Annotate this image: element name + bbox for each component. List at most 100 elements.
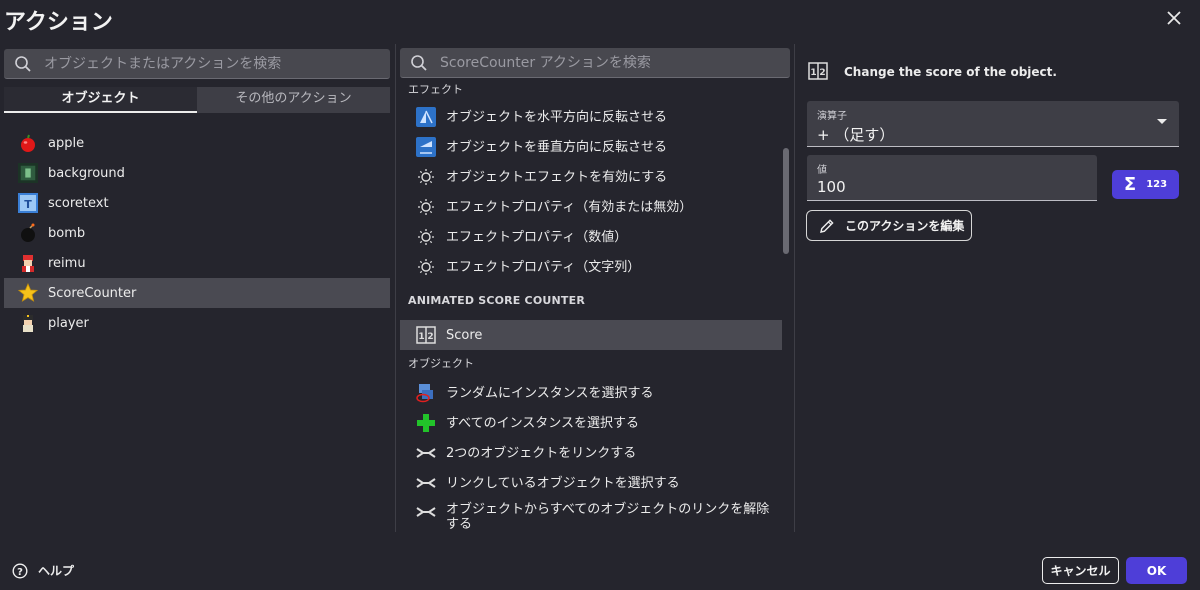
object-item-background[interactable]: background [4,158,390,188]
value-label: 値 [817,165,827,176]
score-counter-icon: 12 [808,62,828,82]
link-icon [416,502,436,522]
effect-icon [416,257,436,277]
section-header-objects: オブジェクト [408,357,474,370]
object-list: apple background T scoretext bomb reimu … [4,128,390,338]
action-description-text: Change the score of the object. [844,65,1057,79]
object-item-reimu[interactable]: reimu [4,248,390,278]
action-item[interactable]: リンクしているオブジェクトを選択する [400,468,782,498]
action-label: エフェクトプロパティ（有効または無効） [446,199,693,215]
action-label: オブジェクトエフェクトを有効にする [446,169,668,185]
action-label: オブジェクトからすべてのオブジェクトのリンクを解除する [446,502,770,532]
text-object-icon: T [18,193,38,213]
action-item[interactable]: オブジェクトを水平方向に反転させる [400,102,782,132]
svg-text:1: 1 [810,68,816,78]
flip-horizontal-icon [416,107,436,127]
object-label: ScoreCounter [48,285,137,301]
expression-editor-button[interactable]: Σ 123 [1112,170,1179,199]
action-item[interactable]: オブジェクトからすべてのオブジェクトのリンクを解除する [400,498,782,532]
operator-select[interactable]: 演算子 + （足す） [807,101,1179,147]
action-list: エフェクト オブジェクトを水平方向に反転させる オブジェクトを垂直方向に反転させ… [400,78,782,532]
action-label: ランダムにインスタンスを選択する [446,385,654,401]
action-list-scrollbar[interactable] [783,148,789,254]
character-sprite-icon [18,313,38,333]
svg-text:2: 2 [819,68,825,78]
cancel-button[interactable]: キャンセル [1042,557,1119,584]
score-counter-icon: 12 [416,325,436,345]
svg-text:2: 2 [427,332,433,342]
svg-text:?: ? [17,566,23,577]
background-thumbnail-icon [18,163,38,183]
effect-icon [416,167,436,187]
value-field[interactable]: 値 100 [807,155,1097,201]
flip-vertical-icon [416,137,436,157]
help-label: ヘルプ [38,564,75,578]
object-tabs: オブジェクト その他のアクション [4,87,390,113]
chevron-down-icon [1157,119,1167,124]
star-icon [18,283,38,303]
effect-icon [416,197,436,217]
operator-value: + （足す） [817,126,895,144]
action-label: エフェクトプロパティ（文字列） [446,259,641,275]
apple-icon [18,133,38,153]
action-item[interactable]: エフェクトプロパティ（数値） [400,222,782,252]
link-icon [416,473,436,493]
action-item[interactable]: すべてのインスタンスを選択する [400,408,782,438]
action-label: リンクしているオブジェクトを選択する [446,475,680,491]
action-label: エフェクトプロパティ（数値） [446,229,628,245]
action-search-box[interactable] [400,48,790,78]
expression-button-label: 123 [1146,179,1168,190]
bomb-icon [18,223,38,243]
action-label: すべてのインスタンスを選択する [446,415,640,431]
action-item-score[interactable]: 12 Score [400,320,782,350]
search-icon [410,54,428,72]
object-label: scoretext [48,195,109,211]
dialog-title: アクション [4,10,113,35]
action-search-input[interactable] [440,54,790,71]
edit-action-button[interactable]: このアクションを編集 [806,210,972,241]
character-sprite-icon [18,253,38,273]
tab-objects[interactable]: オブジェクト [4,87,197,113]
svg-text:T: T [24,198,32,211]
section-header-animated-score-counter: ANIMATED SCORE COUNTER [408,294,586,307]
close-icon[interactable] [1164,8,1184,28]
object-label: reimu [48,255,86,271]
action-label: オブジェクトを水平方向に反転させる [446,109,668,125]
object-label: background [48,165,125,181]
object-item-player[interactable]: player [4,308,390,338]
link-icon [416,443,436,463]
object-item-bomb[interactable]: bomb [4,218,390,248]
action-item[interactable]: オブジェクトエフェクトを有効にする [400,162,782,192]
pencil-icon [819,218,835,234]
action-label: Score [446,327,483,343]
object-label: apple [48,135,85,151]
object-search-input[interactable] [44,55,390,72]
object-label: bomb [48,225,86,241]
object-search-box[interactable] [4,49,390,79]
action-item[interactable]: ランダムにインスタンスを選択する [400,378,782,408]
help-icon: ? [12,562,28,579]
action-label: 2つのオブジェクトをリンクする [446,445,637,461]
search-icon [14,55,32,73]
svg-text:1: 1 [418,332,424,342]
value-input[interactable]: 100 [817,178,1087,196]
object-item-apple[interactable]: apple [4,128,390,158]
ok-button[interactable]: OK [1126,557,1187,584]
sigma-icon: Σ [1123,174,1137,195]
object-item-scorecounter[interactable]: ScoreCounter [4,278,390,308]
tab-other-actions[interactable]: その他のアクション [197,87,390,113]
column-divider [395,44,396,532]
section-header-effects: エフェクト [408,83,463,96]
effect-icon [416,227,436,247]
action-item[interactable]: オブジェクトを垂直方向に反転させる [400,132,782,162]
random-pick-icon [416,383,436,403]
help-link[interactable]: ? ヘルプ [12,562,74,579]
object-label: player [48,315,89,331]
action-item[interactable]: 2つのオブジェクトをリンクする [400,438,782,468]
action-label: オブジェクトを垂直方向に反転させる [446,139,668,155]
column-divider [794,44,795,532]
object-item-scoretext[interactable]: T scoretext [4,188,390,218]
action-item[interactable]: エフェクトプロパティ（有効または無効） [400,192,782,222]
action-item[interactable]: エフェクトプロパティ（文字列） [400,252,782,282]
edit-action-label: このアクションを編集 [845,219,965,233]
